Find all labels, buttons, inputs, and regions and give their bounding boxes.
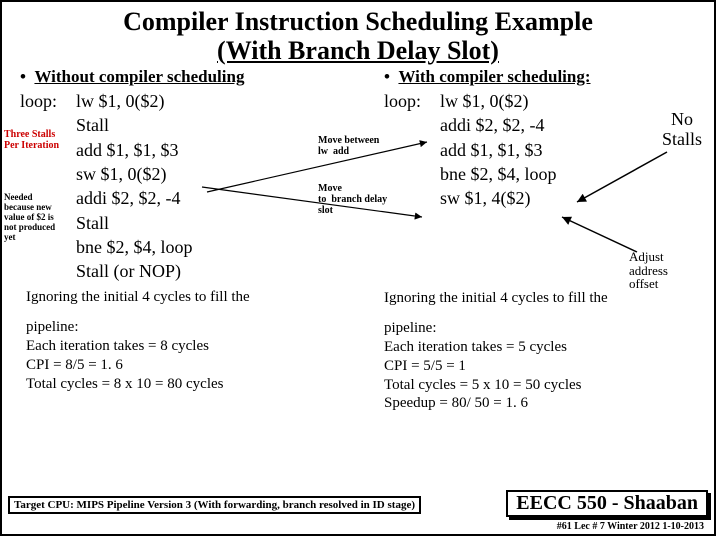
- target-cpu-note: Target CPU: MIPS Pipeline Version 3 (Wit…: [8, 496, 421, 514]
- left-instr-0: lw $1, 0($2): [76, 91, 165, 111]
- left-cpi: CPI = 8/5 = 1. 6: [26, 356, 380, 375]
- right-ignoring: Ignoring the initial 4 cycles to fill th…: [384, 289, 714, 308]
- no-stalls-label: No Stalls: [662, 110, 702, 150]
- bullet: •: [20, 67, 34, 86]
- right-total: Total cycles = 5 x 10 = 50 cycles: [384, 376, 714, 395]
- loop-label-left: loop:: [20, 89, 76, 113]
- right-heading-text: With compiler scheduling:: [398, 67, 590, 86]
- bullet-r: •: [384, 67, 398, 86]
- left-column: • Without compiler scheduling loop:lw $1…: [2, 67, 380, 413]
- right-speedup: Speedup = 80/ 50 = 1. 6: [384, 394, 714, 413]
- right-instr-0: lw $1, 0($2): [440, 91, 529, 111]
- arrow-no-stalls-icon: [562, 147, 672, 217]
- left-instr-7: Stall (or NOP): [76, 259, 380, 283]
- left-ignoring: Ignoring the initial 4 cycles to fill th…: [26, 288, 380, 307]
- arrow-move-branch-icon: [172, 182, 432, 232]
- note-needed: Needed because new value of $2 is not pr…: [4, 193, 66, 242]
- left-instr-6: bne $2, $4, loop: [76, 235, 380, 259]
- arrow-adjust-icon: [552, 212, 652, 262]
- slide-title: Compiler Instruction Scheduling Example …: [2, 8, 714, 65]
- left-total: Total cycles = 8 x 10 = 80 cycles: [26, 375, 380, 394]
- left-heading-text: Without compiler scheduling: [34, 67, 244, 86]
- left-instr-1: Stall: [76, 113, 380, 137]
- note-three-stalls: Three Stalls Per Iteration: [4, 129, 59, 151]
- left-pipeline: pipeline:: [26, 318, 380, 337]
- slide: Compiler Instruction Scheduling Example …: [0, 0, 716, 536]
- right-takes: Each iteration takes = 5 cycles: [384, 338, 714, 357]
- loop-label-right: loop:: [384, 89, 440, 113]
- course-badge: EECC 550 - Shaaban: [506, 490, 708, 517]
- title-line-2: (With Branch Delay Slot): [217, 36, 499, 65]
- slide-footer: #61 Lec # 7 Winter 2012 1-10-2013: [557, 521, 704, 532]
- right-cpi: CPI = 5/5 = 1: [384, 357, 714, 376]
- right-heading: • With compiler scheduling:: [384, 67, 714, 87]
- left-heading: • Without compiler scheduling: [20, 67, 380, 87]
- right-pipeline: pipeline:: [384, 319, 714, 338]
- left-takes: Each iteration takes = 8 cycles: [26, 337, 380, 356]
- title-line-1: Compiler Instruction Scheduling Example: [123, 7, 593, 36]
